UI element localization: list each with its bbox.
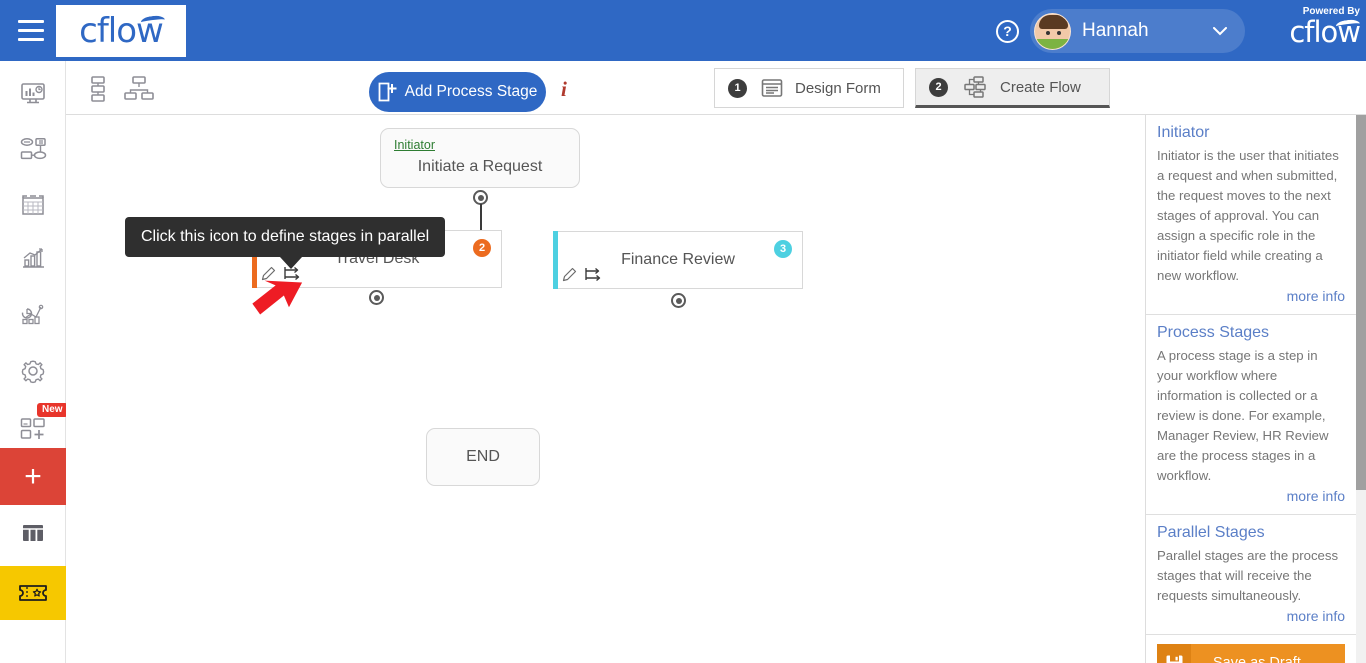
tab-create-flow[interactable]: 2 Create Flow bbox=[915, 68, 1110, 108]
sidebar-item-analytics[interactable] bbox=[0, 286, 66, 342]
reports-chart-icon bbox=[22, 248, 44, 268]
flow-canvas[interactable]: Initiator Initiate a Request Travel Desk… bbox=[66, 115, 1145, 663]
dashboard-icon bbox=[21, 83, 45, 104]
app-root: cflow ? Hannah Powered By cflow New + Ad… bbox=[0, 0, 1366, 663]
info-card-initiator: Initiator Initiator is the user that ini… bbox=[1146, 115, 1356, 315]
horizontal-tree-icon[interactable] bbox=[124, 76, 154, 107]
question-mark-icon[interactable]: ? bbox=[996, 20, 1019, 43]
flow-node-finance-review[interactable]: Finance Review 3 bbox=[553, 231, 803, 289]
info-side-panel: Initiator Initiator is the user that ini… bbox=[1145, 115, 1356, 663]
node-action-icons bbox=[562, 267, 603, 282]
add-process-stage-button[interactable]: Add Process Stage bbox=[369, 72, 546, 112]
flow-node-title: Initiate a Request bbox=[417, 158, 543, 175]
top-header-bar: cflow ? Hannah Powered By cflow bbox=[0, 0, 1366, 61]
powered-by-logo: cflow bbox=[1289, 17, 1361, 47]
left-navigation-rail: New + bbox=[0, 61, 68, 663]
page-scrollbar-thumb[interactable] bbox=[1356, 115, 1366, 490]
sidebar-item-create[interactable]: + bbox=[0, 448, 66, 505]
connector-dot-initiator[interactable] bbox=[473, 190, 488, 205]
ticket-icon bbox=[19, 585, 47, 601]
user-name-label: Hannah bbox=[1082, 20, 1149, 41]
connector-line-initiator bbox=[480, 204, 482, 230]
new-badge: New bbox=[37, 403, 68, 417]
node-badge: 2 bbox=[473, 239, 491, 257]
tab-design-form-label: Design Form bbox=[795, 79, 881, 97]
connector-dot-finance-review[interactable] bbox=[671, 293, 686, 308]
analytics-icon bbox=[21, 304, 44, 325]
workflow-list-icon bbox=[20, 138, 46, 160]
parallel-stage-tooltip: Click this icon to define stages in para… bbox=[125, 217, 446, 269]
flow-diagram-icon bbox=[964, 76, 986, 98]
info-card-title: Parallel Stages bbox=[1157, 524, 1265, 541]
initiator-link[interactable]: Initiator bbox=[394, 138, 435, 152]
columns-icon bbox=[23, 525, 43, 541]
step-number: 2 bbox=[929, 77, 948, 97]
more-info-link[interactable]: more info bbox=[1157, 608, 1345, 624]
node-accent-bar bbox=[553, 231, 558, 289]
info-card-body: Initiator is the user that initiates a r… bbox=[1157, 148, 1339, 283]
flow-node-initiator[interactable]: Initiator Initiate a Request bbox=[380, 128, 580, 188]
pencil-icon[interactable] bbox=[562, 267, 577, 282]
sidebar-item-reports[interactable] bbox=[0, 231, 66, 287]
add-widget-icon bbox=[20, 418, 45, 439]
info-card-title: Process Stages bbox=[1157, 324, 1270, 341]
tab-design-form[interactable]: 1 Design Form bbox=[714, 68, 904, 108]
calendar-icon bbox=[22, 194, 44, 215]
powered-by-block: Powered By cflow bbox=[1289, 6, 1361, 47]
add-process-stage-label: Add Process Stage bbox=[404, 83, 538, 100]
tooltip-text: Click this icon to define stages in para… bbox=[141, 228, 430, 245]
info-card-body: Parallel stages are the process stages t… bbox=[1157, 548, 1339, 603]
info-card-title: Initiator bbox=[1157, 124, 1210, 141]
sidebar-item-tickets[interactable] bbox=[0, 566, 66, 620]
sidebar-item-workflows[interactable] bbox=[0, 121, 66, 177]
sidebar-item-dashboard[interactable] bbox=[0, 66, 66, 122]
node-badge: 3 bbox=[774, 240, 792, 258]
info-italic-icon[interactable]: i bbox=[561, 77, 567, 102]
plus-icon: + bbox=[24, 459, 42, 493]
hamburger-menu-icon[interactable] bbox=[18, 20, 46, 42]
save-as-draft-label: Save as Draft bbox=[1213, 655, 1301, 663]
floppy-disk-icon bbox=[1157, 644, 1191, 663]
more-info-link[interactable]: more info bbox=[1157, 288, 1345, 304]
save-as-draft-button[interactable]: Save as Draft bbox=[1157, 644, 1345, 663]
tab-create-flow-label: Create Flow bbox=[1000, 78, 1081, 96]
connector-dot-travel-desk[interactable] bbox=[369, 290, 384, 305]
cflow-logo-text: cflow bbox=[79, 14, 166, 48]
chevron-down-icon[interactable] bbox=[1213, 23, 1227, 40]
avatar bbox=[1034, 12, 1071, 50]
sidebar-item-boards[interactable] bbox=[0, 505, 66, 561]
gear-icon bbox=[21, 360, 45, 384]
red-arrow-pointer bbox=[244, 267, 304, 342]
info-card-body: A process stage is a step in your workfl… bbox=[1157, 348, 1329, 483]
cflow-logo[interactable]: cflow bbox=[56, 5, 186, 57]
form-icon bbox=[761, 79, 783, 97]
user-menu[interactable]: Hannah bbox=[1030, 9, 1245, 53]
step-number: 1 bbox=[728, 78, 747, 98]
vertical-tree-icon[interactable] bbox=[86, 76, 110, 107]
sidebar-item-settings[interactable] bbox=[0, 343, 66, 399]
flow-node-end[interactable]: END bbox=[426, 428, 540, 486]
flow-node-title: Finance Review bbox=[621, 251, 735, 268]
more-info-link[interactable]: more info bbox=[1157, 488, 1345, 504]
info-card-process-stages: Process Stages A process stage is a step… bbox=[1146, 315, 1356, 515]
add-document-icon bbox=[378, 82, 397, 102]
info-card-parallel-stages: Parallel Stages Parallel stages are the … bbox=[1146, 515, 1356, 635]
parallel-branch-icon[interactable] bbox=[584, 267, 603, 282]
flow-node-title: END bbox=[466, 448, 500, 465]
flow-toolbar: Add Process Stage i 1 Design Form 2 Crea… bbox=[66, 61, 1366, 176]
sidebar-item-calendar[interactable] bbox=[0, 176, 66, 232]
